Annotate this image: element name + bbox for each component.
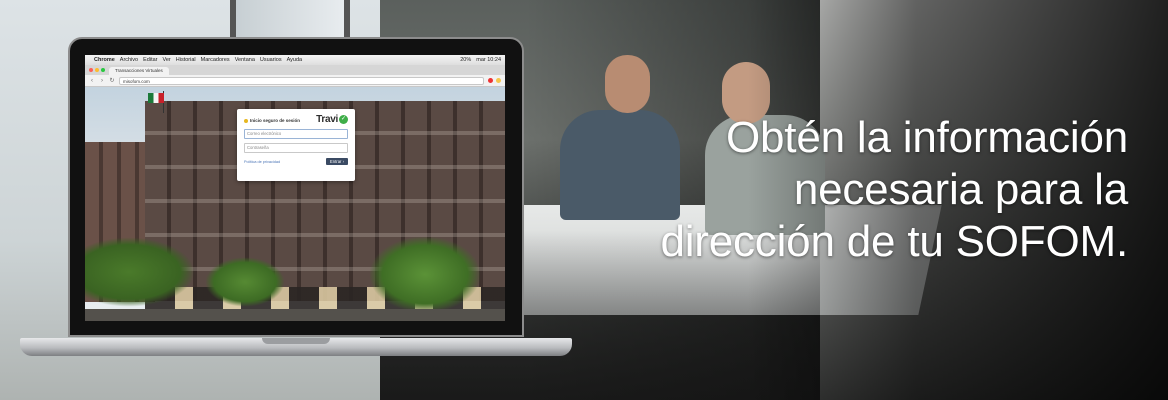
trees-right-image	[370, 237, 480, 312]
minimize-window-icon[interactable]	[95, 68, 99, 72]
email-field[interactable]: Correo electrónico	[244, 129, 348, 139]
laptop-screen: Chrome Archivo Editar Ver Historial Marc…	[85, 55, 505, 321]
login-title: Inicio seguro de sesión	[250, 118, 301, 123]
trees-middle-image	[205, 257, 285, 307]
check-circle-icon: ✓	[339, 115, 348, 124]
chevron-left-icon[interactable]: ‹	[89, 78, 95, 84]
mac-menu-bar: Chrome Archivo Editar Ver Historial Marc…	[85, 55, 505, 65]
privacy-link[interactable]: Política de privacidad	[244, 160, 280, 164]
trees-left-image	[85, 237, 195, 307]
browser-address-bar: ‹ › ↻ misofom.com	[85, 75, 505, 87]
mexico-flag-icon	[148, 93, 164, 103]
maximize-window-icon[interactable]	[101, 68, 105, 72]
laptop-notch	[262, 338, 330, 344]
brand-logo: Travi ✓	[316, 114, 348, 125]
menu-item-ver[interactable]: Ver	[163, 57, 171, 63]
headline-line-3: dirección de tu SOFOM.	[660, 217, 1128, 266]
login-header: Inicio seguro de sesión Travi ✓	[244, 114, 348, 125]
headline-line-2: necesaria para la	[793, 165, 1128, 214]
menu-item-editar[interactable]: Editar	[143, 57, 157, 63]
browser-tab[interactable]: Transacciones Virtuales	[109, 67, 169, 75]
menu-item-archivo[interactable]: Archivo	[120, 57, 138, 63]
login-footer: Política de privacidad Entrar ›	[244, 158, 348, 165]
reload-icon[interactable]: ↻	[109, 77, 115, 84]
headline-line-1: Obtén la información	[726, 113, 1128, 162]
window-controls	[89, 65, 105, 75]
extension-icon-red[interactable]	[488, 78, 493, 83]
enter-button-label: Entrar	[330, 159, 342, 164]
chevron-right-icon[interactable]: ›	[99, 78, 105, 84]
menu-item-marcadores[interactable]: Marcadores	[201, 57, 230, 63]
login-card: Inicio seguro de sesión Travi ✓ Correo e…	[237, 109, 355, 181]
enter-button[interactable]: Entrar ›	[326, 158, 348, 165]
menu-item-ayuda[interactable]: Ayuda	[287, 57, 303, 63]
browser-extension-icons	[488, 78, 501, 83]
webpage-content: Inicio seguro de sesión Travi ✓ Correo e…	[85, 87, 505, 321]
menu-item-usuarios[interactable]: Usuarios	[260, 57, 282, 63]
extension-icon-yellow[interactable]	[496, 78, 501, 83]
login-title-row: Inicio seguro de sesión	[244, 118, 300, 123]
menu-app-name[interactable]: Chrome	[94, 57, 115, 63]
arrow-right-icon: ›	[342, 159, 344, 164]
menu-clock[interactable]: mar 10:24	[476, 57, 501, 63]
browser-tab-strip: Transacciones Virtuales	[85, 65, 505, 75]
menu-item-historial[interactable]: Historial	[176, 57, 196, 63]
url-field[interactable]: misofom.com	[119, 76, 484, 85]
close-window-icon[interactable]	[89, 68, 93, 72]
brand-name: Travi	[316, 114, 338, 125]
banner-headline: Obtén la información necesaria para la d…	[568, 112, 1128, 268]
street-image	[85, 309, 505, 321]
lock-icon	[244, 118, 248, 123]
battery-status[interactable]: 20%	[460, 57, 471, 63]
password-field[interactable]: Contraseña	[244, 143, 348, 153]
background-person-1-head	[605, 55, 650, 113]
menu-item-ventana[interactable]: Ventana	[235, 57, 255, 63]
